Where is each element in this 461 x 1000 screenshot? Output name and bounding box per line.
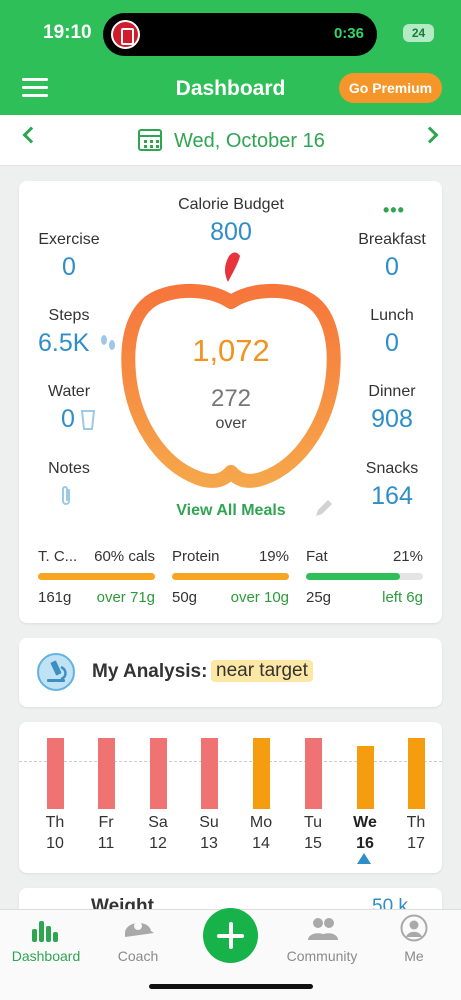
snacks-value[interactable]: 164 [346, 482, 438, 511]
day-label[interactable]: Tu [293, 814, 333, 832]
home-indicator [149, 984, 313, 989]
day-date[interactable]: 16 [345, 835, 385, 853]
breakfast-label: Breakfast [358, 231, 426, 248]
macro-percent: 21% [392, 548, 423, 565]
breakfast-value[interactable]: 0 [346, 253, 438, 282]
day-bar-we-16[interactable] [357, 746, 374, 809]
macro-progress-fill [172, 573, 289, 580]
day-label[interactable]: Su [189, 814, 229, 832]
calendar-icon[interactable] [138, 129, 162, 151]
paperclip-icon[interactable] [57, 484, 75, 508]
day-bar-su-13[interactable] [201, 738, 218, 809]
macro-status: left 6g [382, 589, 423, 606]
previous-day-icon[interactable] [22, 126, 40, 144]
dinner-value[interactable]: 908 [346, 405, 438, 434]
calories-over-label: over [215, 415, 247, 432]
calories-consumed: 1,072 [192, 333, 270, 368]
apple-progress-ring[interactable] [120, 250, 342, 490]
tab-dashboard[interactable]: Dashboard [0, 948, 92, 964]
calorie-budget-label: Calorie Budget [178, 196, 284, 213]
day-bar-sa-12[interactable] [150, 738, 167, 809]
lunch-value[interactable]: 0 [346, 329, 438, 358]
tab-community[interactable]: Community [276, 948, 368, 964]
day-bar-th-10[interactable] [47, 738, 64, 809]
day-date[interactable]: 12 [138, 835, 178, 853]
water-label: Water [47, 383, 91, 400]
macro-progress-fill [38, 573, 155, 580]
day-bar-mo-14[interactable] [253, 738, 270, 809]
dinner-label: Dinner [368, 383, 416, 400]
day-label[interactable]: Sa [138, 814, 178, 832]
day-label[interactable]: Mo [241, 814, 281, 832]
day-label[interactable]: We [345, 814, 385, 832]
steps-value[interactable]: 6.5K [38, 329, 100, 358]
weight-title: Weight [91, 896, 154, 910]
day-label[interactable]: Th [396, 814, 436, 832]
day-date[interactable]: 14 [241, 835, 281, 853]
day-bar-tu-15[interactable] [305, 738, 322, 809]
next-day-icon[interactable] [421, 126, 439, 144]
notes-label: Notes [48, 460, 90, 477]
day-label[interactable]: Th [35, 814, 75, 832]
analysis-title: My Analysis: [92, 661, 208, 682]
app-icon [111, 20, 140, 49]
day-label[interactable]: Fr [86, 814, 126, 832]
macro-progress-bar [38, 573, 155, 580]
weight-value: 50 k [372, 896, 408, 910]
pencil-icon[interactable] [313, 497, 335, 519]
analysis-status-badge: near target [211, 660, 313, 682]
water-value[interactable]: 0 [56, 405, 80, 434]
day-bar-fr-11[interactable] [98, 738, 115, 809]
dynamic-island[interactable]: 0:36 [103, 13, 377, 56]
island-timer: 0:36 [333, 25, 364, 42]
calories-over-value: 272 [210, 385, 252, 412]
coach-tab-icon[interactable] [121, 915, 155, 943]
calorie-budget-value[interactable]: 800 [140, 218, 322, 247]
tab-me[interactable]: Me [368, 948, 460, 964]
profile-tab-icon[interactable] [400, 914, 428, 942]
community-tab-icon[interactable] [307, 916, 339, 942]
water-glass-icon[interactable] [80, 409, 96, 431]
go-premium-button[interactable]: Go Premium [339, 73, 442, 103]
current-date[interactable]: Wed, October 16 [174, 130, 325, 153]
day-date[interactable]: 11 [86, 835, 126, 853]
macro-progress-bar [306, 573, 423, 580]
macro-status: over 71g [96, 589, 155, 606]
steps-label: Steps [48, 307, 90, 324]
day-bar-th-17[interactable] [408, 738, 425, 809]
footsteps-icon [101, 335, 115, 350]
exercise-value[interactable]: 0 [26, 253, 112, 282]
lunch-label: Lunch [370, 307, 414, 324]
status-time: 19:10 [43, 22, 92, 43]
microscope-icon [37, 653, 75, 691]
snacks-label: Snacks [365, 460, 419, 477]
macro-percent: 19% [258, 548, 289, 565]
day-date[interactable]: 10 [35, 835, 75, 853]
exercise-label: Exercise [38, 231, 100, 248]
macro-percent: 60% cals [94, 548, 155, 565]
macro-progress-bar [172, 573, 289, 580]
day-date[interactable]: 15 [293, 835, 333, 853]
macro-status: over 10g [230, 589, 289, 606]
day-date[interactable]: 17 [396, 835, 436, 853]
tab-coach[interactable]: Coach [92, 948, 184, 964]
more-options-icon[interactable]: ••• [383, 200, 405, 221]
dashboard-tab-icon[interactable] [31, 918, 61, 942]
calorie-goal-line [19, 761, 442, 762]
view-all-meals-link[interactable]: View All Meals [140, 502, 322, 520]
selected-day-indicator [357, 853, 371, 864]
macro-progress-fill [306, 573, 400, 580]
battery-icon: 24 [403, 24, 434, 42]
day-date[interactable]: 13 [189, 835, 229, 853]
add-entry-button[interactable] [203, 908, 258, 963]
